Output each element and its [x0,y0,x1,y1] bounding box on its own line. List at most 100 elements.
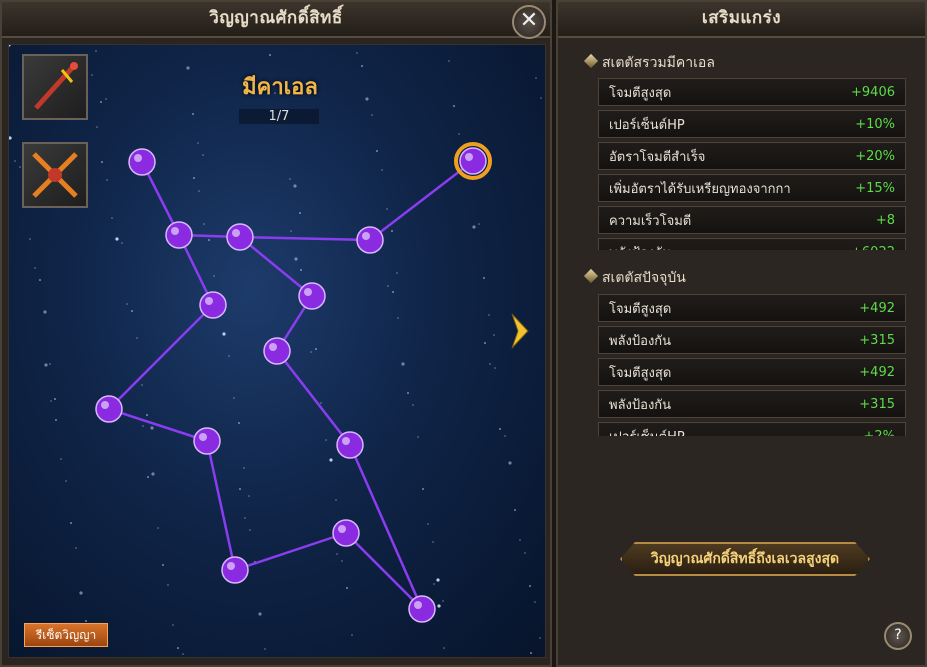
background-star [436,578,440,582]
background-star [483,277,485,279]
background-star [535,77,537,79]
background-star [392,291,394,293]
background-star [249,529,251,531]
close-button[interactable]: ✕ [512,5,546,39]
background-star [142,425,144,427]
stat-value: +15% [855,180,895,196]
star-node[interactable] [336,431,364,459]
stat-row: เพิ่มอัตราได้รับเหรียญทองจากกา +15% [598,174,906,202]
background-star [111,217,113,219]
stat-value: +10% [855,116,895,132]
background-star [427,523,429,525]
stat-row: โจมตีสูงสุด +492 [598,294,906,322]
background-star [192,113,194,115]
background-star [269,54,271,56]
star-node[interactable] [221,556,249,584]
background-star [131,310,133,312]
background-star [294,257,298,261]
star-node[interactable] [298,282,326,310]
star-node[interactable] [408,595,436,623]
background-star [540,97,542,99]
background-star [386,208,388,210]
stat-value: +2% [863,428,895,437]
background-star [100,101,102,103]
background-star [508,461,512,465]
current-stats-list[interactable]: โจมตีสูงสุด +492 พลังป้องกัน +315 โจมตีสูงสุ… [598,294,906,436]
background-star [315,348,317,350]
current-stats-header: สเตตัสปัจจุบัน [583,267,686,289]
background-star [488,314,490,316]
max-level-button[interactable]: วิญญาณศักดิ์สิทธิ์ถึงเลเวลสูงสุด [620,542,870,576]
enhance-panel-title: เสริมแกร่ง [558,2,925,38]
background-star [9,136,12,140]
background-star [65,480,67,482]
background-star [499,428,501,430]
star-node[interactable] [193,427,221,455]
stat-value: +20% [855,148,895,164]
red-sword-icon [34,62,78,110]
background-star [453,105,455,107]
constellation-link [239,236,313,297]
star-node[interactable] [128,148,156,176]
background-star [432,541,434,543]
background-star [412,404,414,406]
constellation-link [205,440,237,571]
background-star [396,272,398,274]
background-star [365,97,369,101]
background-star [228,355,230,357]
total-stats-list[interactable]: โจมตีสูงสุด +9406 เปอร์เซ็นต์HP +10% อัตราโจ… [598,78,906,250]
background-star [54,398,56,400]
background-star [341,560,343,562]
current-stats-header-label: สเตตัสปัจจุบัน [602,270,686,286]
background-star [79,591,83,595]
stat-value: +492 [859,364,895,380]
background-star [519,539,521,541]
background-star [300,269,302,271]
weapon-slot-1[interactable] [22,54,88,120]
stat-row: อัตราโจมตีสำเร็จ +20% [598,142,906,170]
weapon-slot-2[interactable] [22,142,88,208]
background-star [258,612,262,616]
star-node[interactable] [199,291,227,319]
stat-row: พลังป้องกัน +315 [598,390,906,418]
reset-soul-button[interactable]: รีเซ็ตวิญญา [24,623,108,647]
background-star [238,422,240,424]
background-star [85,620,87,622]
background-star [95,50,97,52]
background-star [146,414,148,416]
background-star [493,334,495,336]
stat-row: โจมตีสูงสุด +492 [598,358,906,386]
constellation-map [9,45,542,655]
background-star [290,230,292,232]
next-arrow-icon[interactable] [510,312,530,350]
constellation-name: มีคาเอล [242,75,318,100]
star-node[interactable] [165,221,193,249]
background-star [208,239,210,241]
background-star [293,184,297,188]
constellation-link [108,407,208,443]
star-node[interactable] [95,395,123,423]
stat-row: ความเร็วโจมตี +8 [598,206,906,234]
star-node[interactable] [356,226,384,254]
background-star [371,114,373,116]
background-star [136,337,138,339]
background-star [213,275,215,277]
background-star [264,648,266,650]
background-star [478,223,480,225]
background-star [115,237,119,241]
background-star [34,267,36,269]
star-node-active[interactable] [454,142,492,180]
background-star [329,458,333,462]
star-node[interactable] [226,223,254,251]
help-icon[interactable]: ? [884,622,912,650]
star-node[interactable] [263,337,291,365]
background-star [489,363,491,365]
crossed-blades-icon [32,152,78,198]
background-star [106,179,108,181]
stat-name: พลังป้องกัน [609,333,672,349]
constellation-link [234,531,347,572]
constellation-link [345,532,423,610]
constellation-link [369,160,474,241]
stat-row: พลังป้องกัน +6022 [598,238,906,250]
star-node[interactable] [332,519,360,547]
